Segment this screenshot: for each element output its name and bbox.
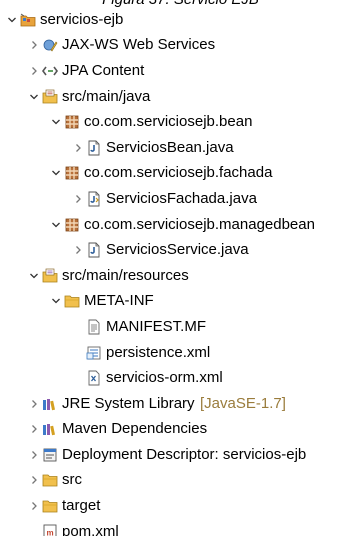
chevron-right-icon[interactable] xyxy=(28,474,40,486)
tree-item-label: pom.xml xyxy=(62,522,119,536)
web-services-icon xyxy=(42,37,58,53)
folder-icon xyxy=(42,498,58,514)
chevron-right-icon[interactable] xyxy=(28,398,40,410)
tree-item-label: co.com.serviciosejb.managedbean xyxy=(84,215,315,233)
tree-item-serviciosservice-java[interactable]: ServiciosService.java xyxy=(0,237,361,263)
chevron-down-icon[interactable] xyxy=(28,91,40,103)
tree-item-label: JRE System Library xyxy=(62,394,195,412)
source-folder-icon xyxy=(42,89,58,105)
chevron-down-icon[interactable] xyxy=(28,270,40,282)
chevron-right-icon[interactable] xyxy=(28,65,40,77)
tree-item-label: JAX-WS Web Services xyxy=(62,36,216,54)
project-icon xyxy=(20,12,36,28)
folder-icon xyxy=(42,472,58,488)
chevron-down-icon[interactable] xyxy=(50,167,62,179)
chevron-right-icon[interactable] xyxy=(72,142,84,154)
tree-item-label: persistence.xml xyxy=(106,343,211,361)
tree-item-label: src/main/java xyxy=(62,87,151,105)
tree-item-jpa-content[interactable]: JPA Content xyxy=(0,58,361,84)
package-icon xyxy=(64,165,80,181)
package-icon xyxy=(64,217,80,233)
persistence-xml-icon xyxy=(86,345,102,361)
maven-pom-icon: m xyxy=(42,524,58,536)
tree-item-label: co.com.serviciosejb.fachada xyxy=(84,164,273,182)
chevron-right-icon[interactable] xyxy=(72,193,84,205)
tree-item-manifest-mf[interactable]: MANIFEST.MF xyxy=(0,314,361,340)
tree-item-jre-system-library[interactable]: JRE System Library [JavaSE-1.7] xyxy=(0,391,361,417)
tree-item-co-com-serviciosejb-managedbean[interactable]: co.com.serviciosejb.managedbean xyxy=(0,212,361,238)
xml-file-icon xyxy=(86,370,102,386)
tree-item-serviciosfachada-java[interactable]: ServiciosFachada.java xyxy=(0,186,361,212)
tree-item-target[interactable]: target xyxy=(0,493,361,519)
chevron-right-icon[interactable] xyxy=(72,244,84,256)
tree-item-servicios-orm-xml[interactable]: servicios-orm.xml xyxy=(0,365,361,391)
text-file-icon xyxy=(86,319,102,335)
folder-icon xyxy=(64,293,80,309)
tree-item-label: Maven Dependencies xyxy=(62,420,208,438)
tree-item-jax-ws-web-services[interactable]: JAX-WS Web Services xyxy=(0,33,361,59)
tree-item-src-main-java[interactable]: src/main/java xyxy=(0,84,361,110)
svg-text:m: m xyxy=(46,528,53,536)
library-icon xyxy=(42,421,58,437)
tree-item-label: co.com.serviciosejb.bean xyxy=(84,113,253,131)
tree-item-decoration: [JavaSE-1.7] xyxy=(200,394,286,412)
tree-item-co-com-serviciosejb-fachada[interactable]: co.com.serviciosejb.fachada xyxy=(0,161,361,187)
tree-item-label: src/main/resources xyxy=(62,266,189,284)
java-file-icon xyxy=(86,140,102,156)
chevron-down-icon[interactable] xyxy=(6,14,18,26)
tree-item-label: ServiciosBean.java xyxy=(106,138,234,156)
package-icon xyxy=(64,114,80,130)
chevron-right-icon[interactable] xyxy=(28,449,40,461)
chevron-down-icon[interactable] xyxy=(50,116,62,128)
tree-item-label: MANIFEST.MF xyxy=(106,317,206,335)
tree-item-src-main-resources[interactable]: src/main/resources xyxy=(0,263,361,289)
tree-item-label: ServiciosFachada.java xyxy=(106,189,257,207)
chevron-right-icon[interactable] xyxy=(28,39,40,51)
tree-item-servicios-ejb[interactable]: servicios-ejb xyxy=(0,7,361,33)
chevron-down-icon[interactable] xyxy=(50,295,62,307)
tree-item-label: ServiciosService.java xyxy=(106,241,249,259)
library-icon xyxy=(42,396,58,412)
java-file-icon xyxy=(86,242,102,258)
project-explorer-tree: servicios-ejb JAX-WS Web Services JPA Cont… xyxy=(0,7,361,536)
tree-item-label: servicios-orm.xml xyxy=(106,369,223,387)
tree-item-src[interactable]: src xyxy=(0,468,361,494)
tree-item-maven-dependencies[interactable]: Maven Dependencies xyxy=(0,417,361,443)
tree-item-co-com-serviciosejb-bean[interactable]: co.com.serviciosejb.bean xyxy=(0,109,361,135)
tree-item-label: servicios-ejb xyxy=(40,10,124,28)
chevron-down-icon[interactable] xyxy=(50,219,62,231)
deployment-descriptor-icon xyxy=(42,447,58,463)
tree-item-label: target xyxy=(62,497,101,515)
tree-item-label: src xyxy=(62,471,82,489)
tree-item-pom-xml[interactable]: m pom.xml xyxy=(0,519,361,536)
chevron-right-icon[interactable] xyxy=(28,500,40,512)
tree-item-meta-inf[interactable]: META-INF xyxy=(0,289,361,315)
tree-item-serviciosbean-java[interactable]: ServiciosBean.java xyxy=(0,135,361,161)
tree-item-label: Deployment Descriptor: servicios-ejb xyxy=(62,445,307,463)
resources-folder-icon xyxy=(42,268,58,284)
jpa-content-icon xyxy=(42,63,58,79)
tree-item-label: JPA Content xyxy=(62,61,145,79)
tree-item-deployment-descriptor-servicios-ejb[interactable]: Deployment Descriptor: servicios-ejb xyxy=(0,442,361,468)
chevron-right-icon[interactable] xyxy=(28,423,40,435)
tree-item-persistence-xml[interactable]: persistence.xml xyxy=(0,340,361,366)
java-interface-file-icon xyxy=(86,191,102,207)
tree-item-label: META-INF xyxy=(84,292,154,310)
